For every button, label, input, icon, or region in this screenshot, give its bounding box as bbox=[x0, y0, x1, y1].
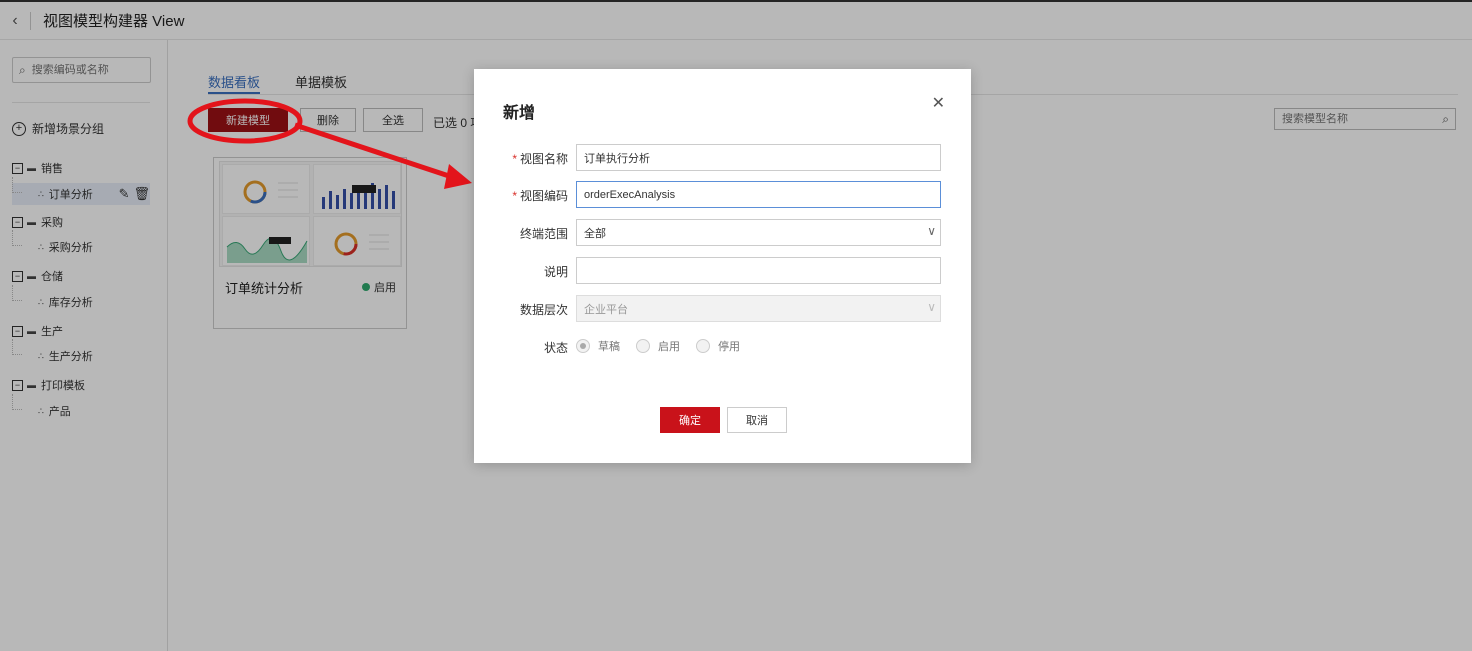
dialog-title: 新增 bbox=[503, 105, 536, 122]
terminal-select[interactable] bbox=[576, 219, 941, 246]
description-row: 说明 bbox=[474, 257, 971, 284]
field-label-text: 视图编码 bbox=[519, 189, 568, 203]
chevron-down-icon: ∨ bbox=[927, 300, 936, 314]
terminal-row: 终端范围 ∨ bbox=[474, 219, 971, 246]
radio-icon bbox=[696, 339, 710, 353]
field-label-text: 视图名称 bbox=[519, 152, 568, 166]
status-radio-draft[interactable]: 草稿 bbox=[576, 338, 620, 354]
status-label: 状态 bbox=[543, 341, 568, 355]
chevron-down-icon[interactable]: ∨ bbox=[927, 224, 936, 238]
radio-icon bbox=[576, 339, 590, 353]
view-name-label: * 视图名称 bbox=[512, 150, 568, 167]
terminal-label: 终端范围 bbox=[519, 227, 568, 241]
status-row: 状态 草稿 启用 停用 bbox=[474, 333, 971, 360]
view-name-input[interactable] bbox=[576, 144, 941, 171]
description-label: 说明 bbox=[543, 265, 568, 279]
radio-dot bbox=[580, 343, 586, 349]
view-code-input[interactable] bbox=[576, 181, 941, 208]
new-view-dialog: 新增 ✕ *视图名称 *视图编码 终端范围 ∨ 说明 数据层次 ∨ 状态 草稿 … bbox=[474, 69, 971, 463]
required-marker: * bbox=[512, 152, 517, 166]
close-icon[interactable]: ✕ bbox=[932, 93, 945, 113]
view-code-label: * 视图编码 bbox=[512, 187, 568, 204]
data-level-select bbox=[576, 295, 941, 322]
view-name-row: * 视图名称 bbox=[474, 144, 971, 171]
view-code-row: * 视图编码 bbox=[474, 181, 971, 208]
data-level-row: 数据层次 ∨ bbox=[474, 295, 971, 322]
radio-label: 草稿 bbox=[598, 341, 620, 353]
required-marker: * bbox=[512, 189, 517, 203]
status-radio-disabled[interactable]: 停用 bbox=[696, 338, 740, 354]
status-radio-group: 草稿 启用 停用 bbox=[576, 338, 756, 354]
status-radio-enabled[interactable]: 启用 bbox=[636, 338, 680, 354]
cancel-button[interactable]: 取消 bbox=[727, 407, 787, 433]
radio-label: 停用 bbox=[718, 341, 740, 353]
confirm-button[interactable]: 确定 bbox=[660, 407, 720, 433]
radio-label: 启用 bbox=[658, 341, 680, 353]
radio-icon bbox=[636, 339, 650, 353]
description-input[interactable] bbox=[576, 257, 941, 284]
data-level-label: 数据层次 bbox=[519, 303, 568, 317]
